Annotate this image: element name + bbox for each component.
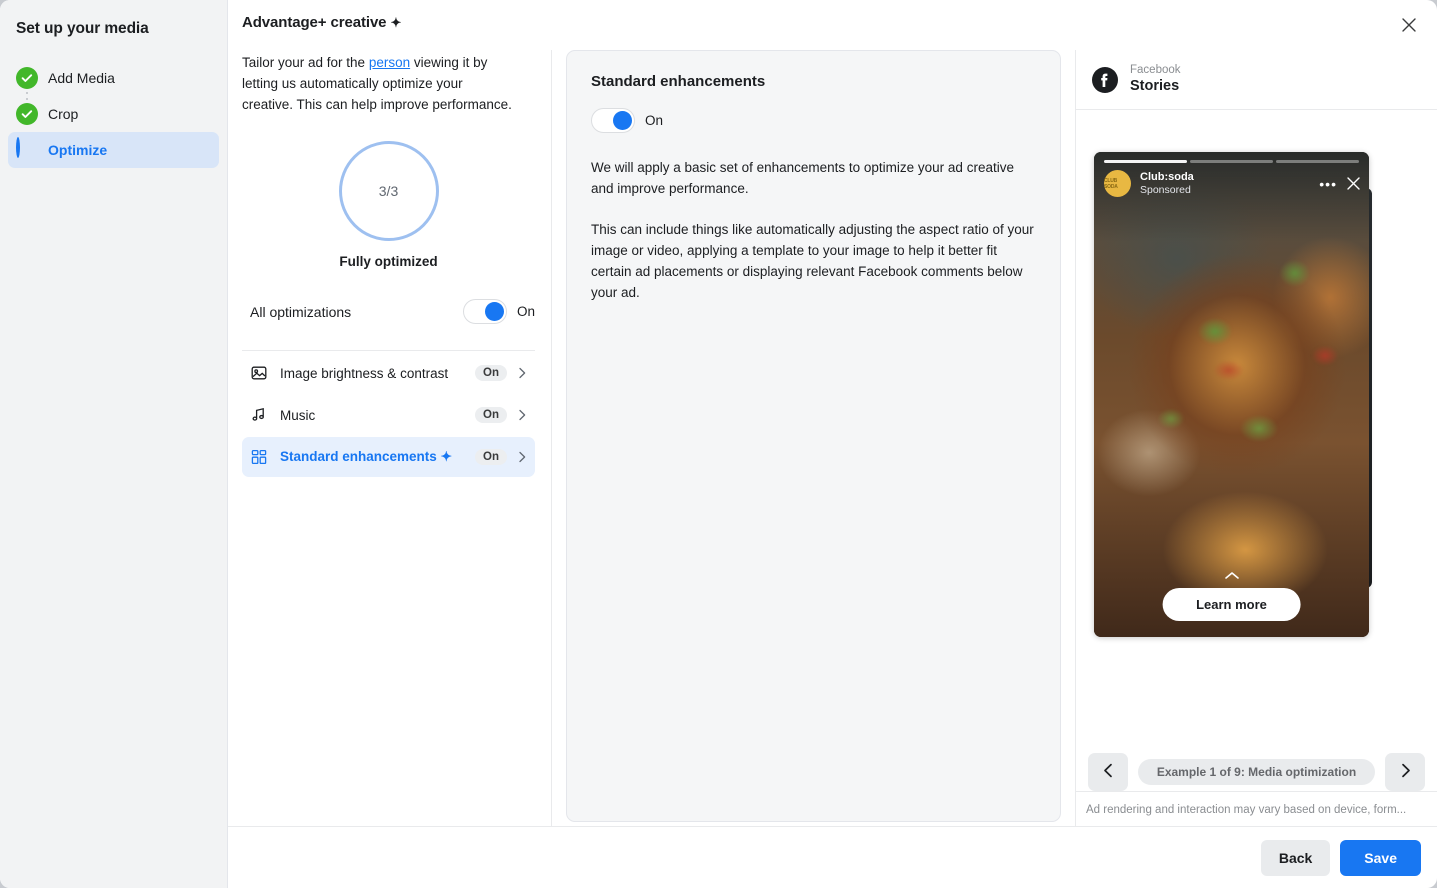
preview-footer: Ad rendering and interaction may vary ba… — [1076, 791, 1437, 826]
all-optimizations-toggle[interactable] — [462, 299, 507, 324]
lead-before: Tailor your ad for the — [242, 55, 369, 70]
sidebar-steps: Add Media Crop Optimize — [0, 60, 227, 168]
media-setup-dialog: Set up your media Add Media Crop Optimiz… — [0, 0, 1437, 888]
all-optimizations-row: All optimizations On — [242, 299, 535, 324]
story-preview-card: CLUB SODA Club:soda Sponsored ••• Learn … — [1094, 152, 1369, 637]
preview-navigation: Example 1 of 9: Media optimization — [1076, 749, 1437, 791]
detail-card: Standard enhancements On We will apply a… — [566, 50, 1061, 822]
close-icon[interactable] — [1346, 176, 1361, 191]
story-cta-button[interactable]: Learn more — [1162, 588, 1301, 621]
standard-enhancements-state: On — [645, 113, 664, 128]
chevron-right-icon — [515, 408, 529, 422]
preview-example-caption: Example 1 of 9: Media optimization — [1138, 759, 1375, 785]
image-icon — [250, 364, 268, 382]
chevron-right-icon — [515, 450, 529, 464]
preview-panel: Facebook Stories CLUB SODA Club:soda Spo… — [1075, 50, 1437, 826]
more-dots-icon[interactable]: ••• — [1319, 176, 1337, 192]
chevron-up-icon — [1224, 567, 1240, 585]
detail-title: Standard enhancements — [591, 73, 766, 90]
story-brand-name: Club:soda — [1140, 171, 1194, 183]
avatar: CLUB SODA — [1104, 170, 1131, 197]
back-button[interactable]: Back — [1260, 839, 1331, 876]
all-optimizations-state: On — [516, 304, 535, 319]
preview-next-button[interactable] — [1385, 753, 1425, 791]
story-header: CLUB SODA Club:soda Sponsored ••• — [1104, 170, 1361, 197]
chevron-left-icon — [1100, 762, 1117, 782]
half-circle-icon — [16, 137, 38, 161]
preview-placement: Stories — [1130, 78, 1180, 94]
dialog-footer: Back Save — [228, 826, 1437, 888]
check-circle-icon — [16, 103, 38, 125]
detail-panel: Standard enhancements On We will apply a… — [566, 50, 1075, 826]
sidebar-item-crop[interactable]: Crop — [8, 96, 219, 132]
story-sponsored-label: Sponsored — [1140, 184, 1191, 196]
list-item-label: Music — [280, 407, 316, 423]
preview-prev-button[interactable] — [1088, 753, 1128, 791]
check-circle-icon — [16, 67, 38, 89]
dialog-body: Tailor your ad for the person viewing it… — [228, 50, 1437, 826]
person-link[interactable]: person — [369, 55, 410, 70]
page-title-text: Advantage+ creative — [242, 14, 387, 31]
chevron-right-icon — [515, 366, 529, 380]
template-grid-icon — [250, 448, 268, 466]
dialog-content: Advantage+ creative ✦ Tailor your ad for… — [228, 0, 1437, 888]
sidebar-item-label: Crop — [48, 106, 79, 122]
sidebar-title: Set up your media — [16, 20, 149, 37]
ring-caption: Fully optimized — [339, 254, 438, 269]
preview-stage: ••• CLUB SODA Club:soda — [1076, 110, 1437, 749]
optimization-list: Image brightness & contrast On Music On … — [242, 350, 535, 477]
ring-value: 3/3 — [378, 183, 399, 199]
detail-toggle-row: On — [591, 108, 1036, 133]
status-badge: On — [475, 407, 507, 423]
music-note-icon — [250, 406, 268, 424]
sidebar-item-optimize[interactable]: Optimize — [8, 132, 219, 168]
sidebar-item-label: Add Media — [48, 70, 115, 86]
optimization-progress-ring: 3/3 — [338, 141, 439, 241]
sidebar: Set up your media Add Media Crop Optimiz… — [0, 0, 228, 888]
status-badge: On — [475, 365, 507, 381]
chevron-right-icon — [1397, 762, 1414, 782]
close-dialog-button[interactable] — [1393, 10, 1425, 42]
sidebar-item-add-media[interactable]: Add Media — [8, 60, 219, 96]
page-title: Advantage+ creative ✦ — [242, 14, 401, 31]
sidebar-item-label: Optimize — [48, 142, 108, 158]
all-optimizations-label: All optimizations — [250, 303, 352, 320]
preview-header: Facebook Stories — [1076, 50, 1437, 110]
save-button[interactable]: Save — [1340, 839, 1421, 876]
preview-platform: Facebook — [1130, 64, 1181, 76]
story-progress-bars — [1104, 160, 1359, 163]
preview-disclaimer: Ad rendering and interaction may vary ba… — [1086, 804, 1407, 816]
detail-paragraph-1: We will apply a basic set of enhancement… — [591, 160, 1014, 196]
list-item-standard-enhancements[interactable]: Standard enhancements ✦ On — [242, 437, 535, 477]
close-icon — [1401, 17, 1417, 36]
sparkle-icon: ✦ — [440, 449, 452, 464]
list-item-image-brightness[interactable]: Image brightness & contrast On — [242, 353, 535, 393]
status-badge: On — [475, 449, 507, 465]
detail-paragraph-2: This can include things like automatical… — [591, 222, 1034, 300]
list-item-label: Standard enhancements ✦ — [280, 449, 452, 464]
facebook-icon — [1092, 66, 1118, 93]
story-scrim — [1094, 152, 1369, 242]
standard-enhancements-toggle[interactable] — [591, 108, 635, 133]
dialog-topbar: Advantage+ creative ✦ — [228, 0, 1437, 50]
list-item-label: Image brightness & contrast — [280, 365, 449, 381]
sparkle-icon: ✦ — [390, 15, 402, 30]
optimize-description: Tailor your ad for the person viewing it… — [242, 52, 514, 115]
optimize-panel: Tailor your ad for the person viewing it… — [242, 50, 552, 826]
list-item-music[interactable]: Music On — [242, 395, 535, 435]
